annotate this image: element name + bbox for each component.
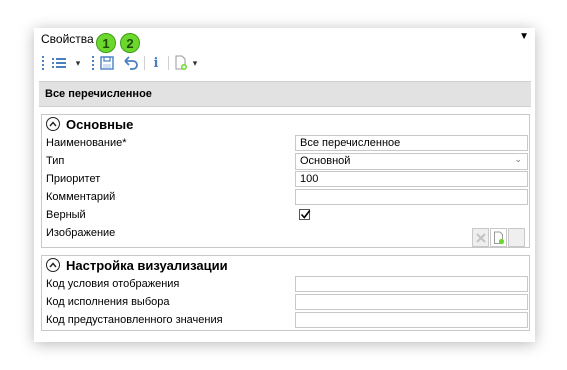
info-icon[interactable]: i: [148, 52, 164, 74]
toolbar-separator: [168, 56, 169, 70]
callout-badge-2: 2: [120, 33, 140, 53]
panel-dropdown-icon[interactable]: ▼: [519, 31, 529, 42]
property-label: Приоритет: [46, 173, 101, 185]
property-row: Код предустановленного значения: [42, 312, 529, 330]
chevron-down-icon: ⌄: [514, 154, 522, 164]
property-row: Код условия отображения: [42, 276, 529, 294]
display-condition-code-field[interactable]: [295, 276, 528, 292]
group-title: Настройка визуализации: [66, 258, 228, 273]
property-label: Наименование*: [46, 137, 127, 149]
type-select[interactable]: Основной ⌄: [295, 153, 528, 170]
selection-execution-code-field[interactable]: [295, 294, 528, 310]
priority-field[interactable]: 100: [295, 171, 528, 187]
image-options-button[interactable]: [508, 228, 525, 247]
list-icon[interactable]: [49, 52, 71, 74]
property-label: Верный: [46, 209, 86, 221]
toolbar: ▾ i ▾: [40, 52, 530, 74]
property-row: Приоритет 100: [42, 171, 529, 189]
image-controls: [472, 228, 526, 248]
collapse-chevron-icon[interactable]: [46, 117, 60, 131]
property-label: Код условия отображения: [46, 278, 180, 290]
callout-badge-1: 1: [96, 33, 116, 53]
correct-checkbox[interactable]: [299, 209, 311, 220]
toolbar-grip-icon: [92, 56, 94, 70]
chevron-down-icon[interactable]: ▾: [74, 52, 82, 74]
clear-image-button[interactable]: [472, 228, 489, 247]
property-row: Тип Основной ⌄: [42, 153, 529, 171]
group-header[interactable]: Настройка визуализации: [42, 256, 529, 276]
save-icon[interactable]: [97, 52, 117, 74]
preset-value-code-field[interactable]: [295, 312, 528, 328]
group-header[interactable]: Основные: [42, 115, 529, 135]
property-row: Наименование* Все перечисленное: [42, 135, 529, 153]
undo-icon[interactable]: [120, 52, 140, 74]
property-label: Изображение: [46, 227, 116, 239]
collapse-chevron-icon[interactable]: [46, 258, 60, 272]
toolbar-separator: [144, 56, 145, 70]
property-row: Изображение: [42, 225, 529, 251]
property-label: Тип: [46, 155, 65, 167]
add-image-button[interactable]: [490, 228, 507, 247]
property-label: Код исполнения выбора: [46, 296, 170, 308]
panel-title: Свойства: [41, 32, 94, 46]
property-row: Код исполнения выбора: [42, 294, 529, 312]
toolbar-grip-icon: [42, 56, 44, 70]
property-row: Комментарий: [42, 189, 529, 207]
name-field[interactable]: Все перечисленное: [295, 135, 528, 151]
property-label: Комментарий: [46, 191, 116, 203]
object-title-bar: Все перечисленное: [39, 81, 531, 107]
chevron-down-icon[interactable]: ▾: [191, 52, 199, 74]
group-general: Основные Наименование* Все перечисленное…: [41, 114, 530, 248]
comment-field[interactable]: [295, 189, 528, 205]
property-label: Код предустановленного значения: [46, 314, 223, 326]
new-document-icon[interactable]: [172, 52, 190, 74]
group-title: Основные: [66, 117, 134, 132]
property-row: Верный: [42, 207, 529, 225]
type-select-value: Основной: [300, 155, 351, 167]
group-visualization: Настройка визуализации Код условия отобр…: [41, 255, 530, 331]
